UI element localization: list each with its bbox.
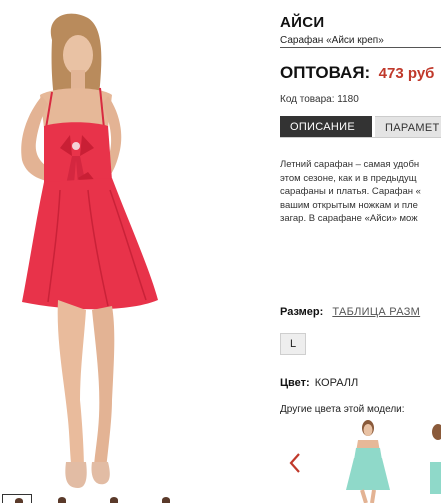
product-thumbnail[interactable] bbox=[150, 494, 180, 503]
size-table-link[interactable]: ТАБЛИЦА РАЗМ bbox=[332, 306, 420, 318]
sku-label: Код товара: bbox=[280, 94, 335, 105]
description-line: вашим открытым ножкам и пле bbox=[280, 199, 418, 211]
product-thumbnail[interactable] bbox=[98, 494, 128, 503]
chevron-left-icon bbox=[289, 453, 300, 473]
mint-dress-photo bbox=[346, 420, 390, 503]
description-line: этом сезоне, как и в предыдущ bbox=[280, 172, 417, 184]
price-value: 473 руб bbox=[378, 65, 435, 82]
product-info-panel: АЙСИ Сарафан «Айси креп» ОПТОВАЯ: 473 ру… bbox=[280, 0, 441, 503]
other-colors-label: Другие цвета этой модели: bbox=[280, 404, 405, 415]
product-title: АЙСИ bbox=[280, 14, 325, 31]
description-line: Летний сарафан – самая удобн bbox=[280, 159, 420, 170]
product-subtitle: Сарафан «Айси креп» bbox=[280, 35, 384, 46]
divider bbox=[280, 47, 441, 48]
product-tabs: ОПИСАНИЕ ПАРАМЕТ bbox=[280, 116, 441, 138]
product-thumbnail[interactable] bbox=[46, 494, 76, 503]
color-row: Цвет: КОРАЛЛ bbox=[280, 377, 358, 389]
product-thumbnail[interactable] bbox=[2, 494, 32, 503]
tab-description[interactable]: ОПИСАНИЕ bbox=[280, 116, 372, 138]
sku-value: 1180 bbox=[337, 94, 359, 105]
product-thumbnail-strip bbox=[0, 494, 270, 503]
other-color-thumbnail[interactable] bbox=[430, 418, 441, 503]
product-main-image[interactable] bbox=[0, 0, 270, 503]
tabs-divider bbox=[280, 137, 441, 138]
carousel-prev-button[interactable] bbox=[288, 452, 302, 474]
price-row: ОПТОВАЯ: 473 руб bbox=[280, 63, 434, 83]
size-label: Размер: bbox=[280, 306, 324, 318]
other-color-thumbnail[interactable] bbox=[344, 418, 392, 503]
price-label: ОПТОВАЯ: bbox=[280, 63, 371, 82]
size-option-l[interactable]: L bbox=[280, 333, 306, 355]
description-line: сарафаны и платья. Сарафан « bbox=[280, 186, 421, 197]
product-description: Летний сарафан – самая удобн этом сезоне… bbox=[280, 158, 441, 226]
color-value: КОРАЛЛ bbox=[314, 377, 359, 389]
tab-parameters[interactable]: ПАРАМЕТ bbox=[375, 116, 441, 138]
size-row: Размер: ТАБЛИЦА РАЗМ bbox=[280, 306, 420, 318]
description-line: загар. В сарафане «Айси» мож bbox=[280, 213, 418, 224]
model-photo bbox=[21, 13, 158, 488]
sku-row: Код товара: 1180 bbox=[280, 94, 359, 105]
color-label: Цвет: bbox=[280, 377, 310, 389]
mint-dress-photo bbox=[430, 424, 441, 494]
